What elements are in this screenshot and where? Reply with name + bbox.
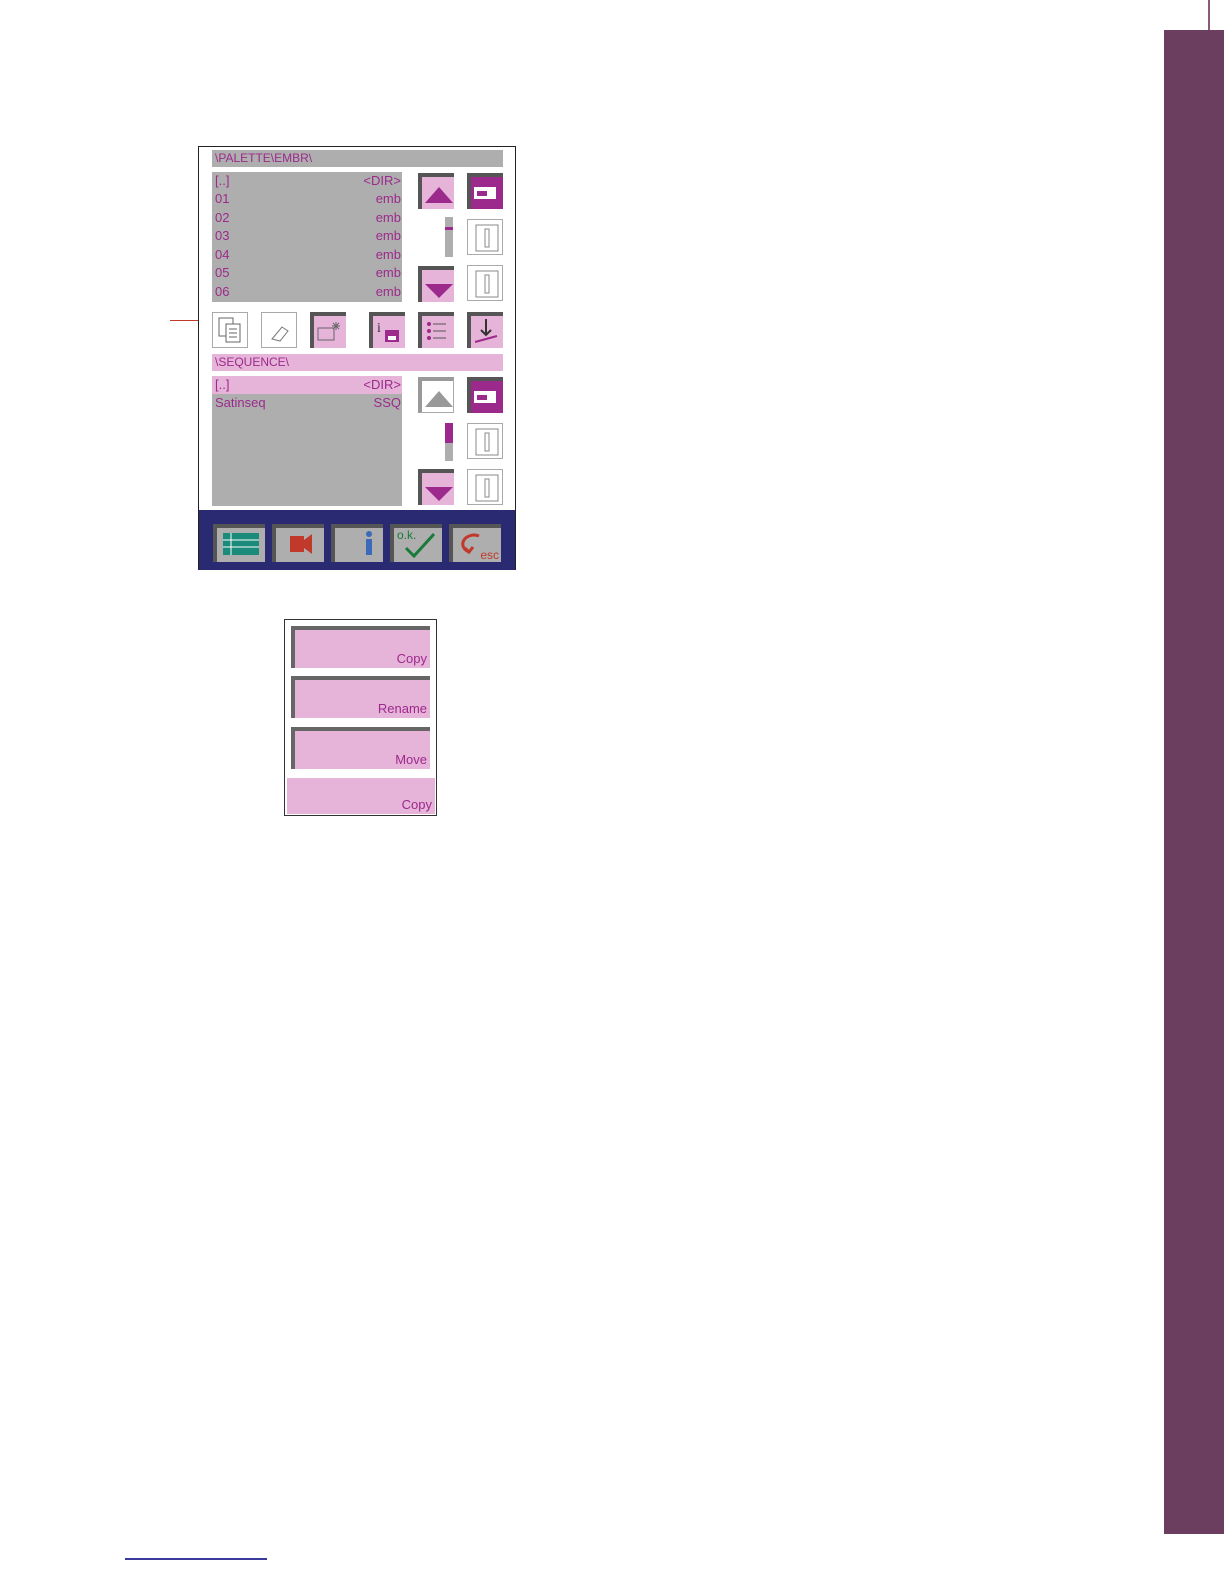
file-name: 04 <box>215 247 230 262</box>
list-item[interactable]: [..] <DIR> <box>212 376 402 394</box>
new-folder-button[interactable] <box>310 312 346 348</box>
esc-button[interactable]: esc <box>449 524 501 562</box>
file-type: emb <box>375 210 401 225</box>
scroll-down-button[interactable] <box>418 266 454 302</box>
erase-button[interactable] <box>261 312 297 348</box>
copy-label: Copy <box>401 797 432 812</box>
list-item[interactable]: [..] <DIR> <box>212 172 402 190</box>
film-icon <box>290 534 312 554</box>
rename-menu-button[interactable]: Rename <box>291 676 430 718</box>
side-tab-bar <box>1164 30 1224 1534</box>
rename-label: Rename <box>377 701 427 716</box>
bottom-path-bar: \SEQUENCE\ <box>212 354 503 371</box>
file-action-menu: Copy Rename Move Copy <box>284 619 437 816</box>
file-name: 03 <box>215 228 230 243</box>
list-item[interactable]: 02 emb <box>212 209 402 227</box>
list-item[interactable]: 01 emb <box>212 190 402 208</box>
copy-menu-button-pressed[interactable]: Copy <box>287 778 435 814</box>
download-button[interactable] <box>467 312 503 348</box>
bottom-file-list[interactable]: [..] <DIR> Satinseq SSQ <box>212 376 402 506</box>
file-name: 05 <box>215 265 230 280</box>
list-icon <box>427 322 446 340</box>
scrollbar[interactable] <box>445 423 453 461</box>
scroll-thumb[interactable] <box>445 227 453 230</box>
file-name: Satinseq <box>215 395 266 410</box>
ok-button[interactable]: o.k. <box>390 524 442 562</box>
list-item[interactable]: 06 emb <box>212 283 402 301</box>
file-type: emb <box>375 284 401 299</box>
spool-icon <box>475 474 499 502</box>
taskbar: o.k. esc <box>199 510 515 570</box>
copy-menu-button[interactable]: Copy <box>291 626 430 668</box>
file-name: [..] <box>215 377 230 392</box>
file-type: SSQ <box>373 395 401 410</box>
file-manager-screen: \PALETTE\EMBR\ [..] <DIR> 01 emb 02 emb 03 e… <box>198 146 516 570</box>
list-view-button[interactable] <box>213 524 265 562</box>
move-label: Move <box>395 752 427 767</box>
arrow-up-icon <box>425 391 453 407</box>
copy-button[interactable] <box>212 312 248 348</box>
machine-button[interactable] <box>467 377 503 413</box>
file-type: <DIR> <box>363 173 401 188</box>
info-disk-button[interactable]: i <box>369 312 405 348</box>
new-folder-icon <box>317 322 340 341</box>
info-button[interactable] <box>331 524 383 562</box>
sewing-machine-icon <box>474 187 496 199</box>
file-type: emb <box>375 265 401 280</box>
file-type: emb <box>375 191 401 206</box>
list-item[interactable]: Satinseq SSQ <box>212 394 402 412</box>
sewing-machine-icon <box>474 391 496 403</box>
download-icon <box>474 319 498 343</box>
file-type: <DIR> <box>363 377 401 392</box>
disk-b-button[interactable] <box>467 265 503 301</box>
top-file-list[interactable]: [..] <DIR> 01 emb 02 emb 03 emb 04 emb 05 emb … <box>212 172 402 302</box>
scroll-up-button[interactable] <box>418 173 454 209</box>
spool-icon <box>475 270 499 298</box>
scroll-down-button[interactable] <box>418 469 454 505</box>
disk-a-button[interactable] <box>467 219 503 255</box>
move-menu-button[interactable]: Move <box>291 727 430 769</box>
footer-rule <box>125 1558 267 1560</box>
svg-text:i: i <box>377 321 381 336</box>
file-type: emb <box>375 228 401 243</box>
disk-b-button[interactable] <box>467 469 503 505</box>
arrow-up-icon <box>425 187 453 203</box>
file-name: [..] <box>215 173 230 188</box>
list-item[interactable]: 05 emb <box>212 264 402 282</box>
copy-icon <box>218 317 241 343</box>
file-name: 02 <box>215 210 230 225</box>
info-icon <box>366 531 372 555</box>
file-name: 06 <box>215 284 230 299</box>
list-item[interactable]: 04 emb <box>212 246 402 264</box>
list-view-icon <box>223 533 259 555</box>
machine-button[interactable] <box>467 173 503 209</box>
ok-label: o.k. <box>397 528 417 542</box>
top-path-bar: \PALETTE\EMBR\ <box>212 150 503 167</box>
esc-label: esc <box>480 548 499 562</box>
file-name: 01 <box>215 191 230 206</box>
info-disk-icon: i <box>377 321 399 342</box>
scroll-thumb[interactable] <box>445 423 453 443</box>
list-item[interactable]: 03 emb <box>212 227 402 245</box>
scrollbar[interactable] <box>445 217 453 257</box>
file-type: emb <box>375 247 401 262</box>
film-button[interactable] <box>272 524 324 562</box>
erase-icon <box>271 326 289 342</box>
scroll-up-button[interactable] <box>418 377 454 413</box>
copy-label: Copy <box>396 651 427 666</box>
list-button[interactable] <box>418 312 454 348</box>
disk-a-button[interactable] <box>467 423 503 459</box>
spool-icon <box>475 224 499 252</box>
arrow-down-icon <box>425 487 453 501</box>
arrow-down-icon <box>425 284 453 298</box>
spool-icon <box>475 428 499 456</box>
